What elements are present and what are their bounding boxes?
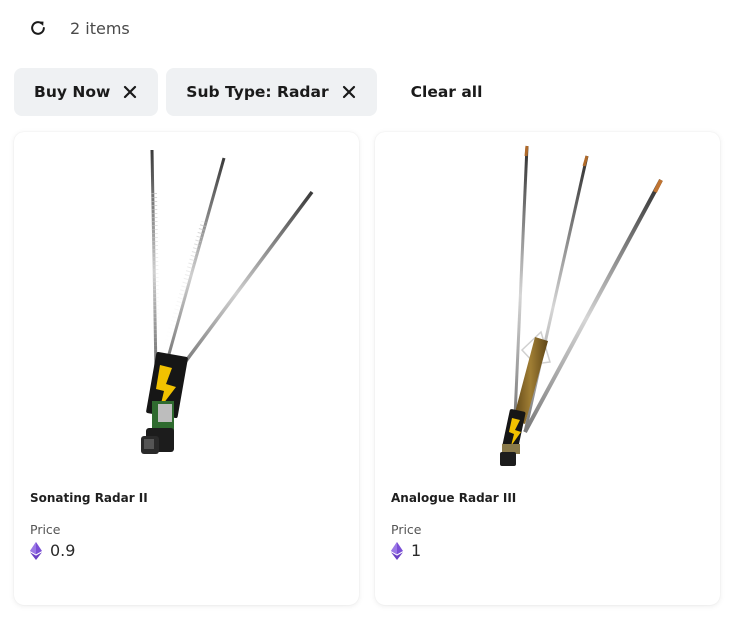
item-name: Analogue Radar III — [391, 491, 517, 505]
ethereum-icon — [391, 541, 403, 560]
price: 1 — [391, 541, 421, 560]
active-filters: Buy Now Sub Type: Radar Clear all — [14, 68, 482, 116]
filter-chip-sub-type[interactable]: Sub Type: Radar — [166, 68, 377, 116]
item-card[interactable]: Analogue Radar III Price 1 — [375, 132, 720, 605]
filter-chip-buy-now[interactable]: Buy Now — [14, 68, 159, 116]
item-image-analogue-radar — [500, 145, 663, 466]
refresh-button[interactable] — [24, 14, 52, 42]
results-toolbar: 2 items — [24, 14, 130, 42]
item-card[interactable]: Sonating Radar II Price 0.9 — [14, 132, 359, 605]
filter-chip-label: Sub Type: Radar — [186, 83, 329, 101]
filter-chip-label: Buy Now — [34, 83, 111, 101]
price-value: 1 — [411, 541, 422, 560]
clear-all-button[interactable]: Clear all — [411, 83, 483, 101]
close-icon[interactable] — [341, 84, 357, 100]
price-label: Price — [30, 522, 61, 537]
price: 0.9 — [30, 541, 75, 560]
item-image-sonating-radar — [141, 149, 314, 454]
close-icon[interactable] — [122, 84, 138, 100]
price-label: Price — [391, 522, 422, 537]
page: 2 items Buy Now Sub Type: Radar Clear al… — [0, 0, 748, 622]
price-value: 0.9 — [50, 541, 76, 560]
items-count: 2 items — [70, 18, 130, 38]
refresh-icon — [31, 21, 45, 35]
item-name: Sonating Radar II — [30, 491, 148, 505]
ethereum-icon — [30, 541, 42, 560]
